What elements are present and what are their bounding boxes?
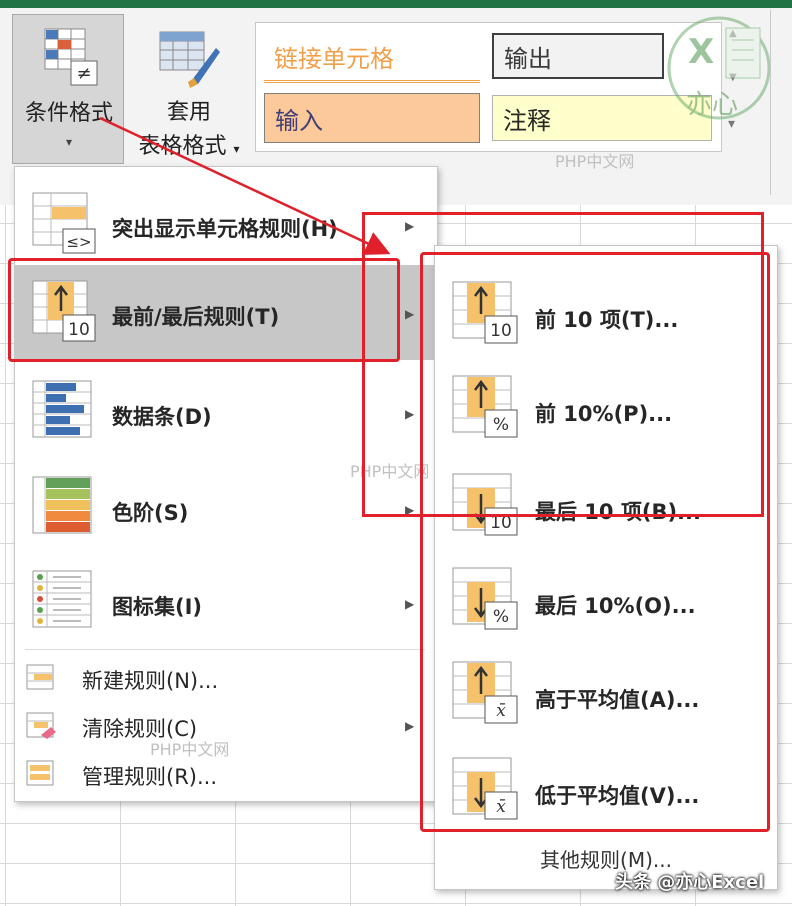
credit-watermark: 头条 @亦心Excel (615, 872, 765, 893)
annotation-arrow (99, 116, 391, 255)
